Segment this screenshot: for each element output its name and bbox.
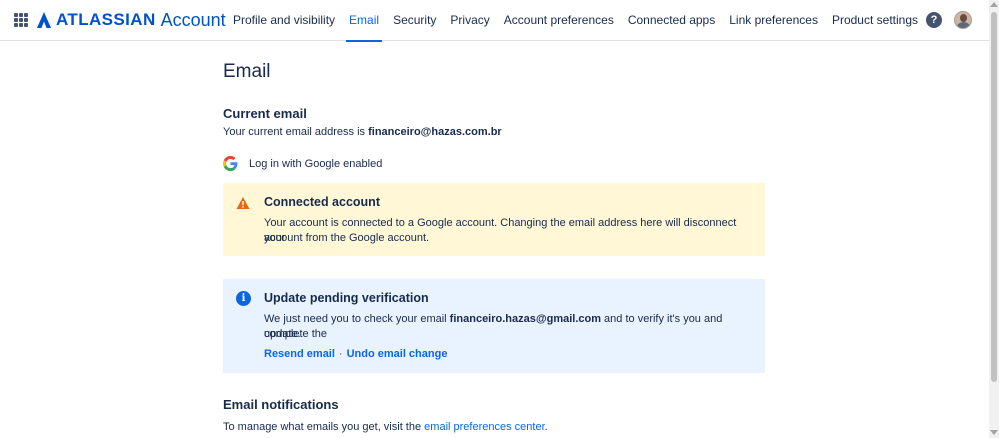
resend-email-link[interactable]: Resend email (264, 348, 335, 360)
tab-security[interactable]: Security (386, 0, 443, 41)
current-email-heading: Current email (223, 106, 307, 121)
pending-text-prefix: We just need you to check your email (264, 313, 450, 325)
undo-email-change-link[interactable]: Undo email change (347, 348, 448, 360)
brand-name: ATLASSIAN (56, 10, 156, 29)
scroll-up-arrow-icon[interactable] (990, 2, 998, 7)
notifications-text-prefix: To manage what emails you get, visit the (223, 421, 425, 433)
top-navigation: ATLASSIAN Account Profile and visibility… (0, 0, 989, 42)
avatar-body-shape (957, 22, 970, 28)
notifications-text-suffix: . (544, 421, 548, 433)
avatar-head-shape (960, 14, 967, 22)
pending-verification-title: Update pending verification (264, 291, 429, 305)
scroll-thumb[interactable] (991, 12, 997, 382)
info-circle-icon: i (236, 291, 251, 306)
google-login-label: Log in with Google enabled (249, 157, 383, 170)
tab-product-settings[interactable]: Product settings (825, 0, 925, 41)
account-tabs: Profile and visibility Email Security Pr… (226, 0, 925, 42)
connected-account-title: Connected account (264, 195, 380, 209)
email-preferences-center-link[interactable]: email preferences center (424, 421, 544, 433)
tab-link-preferences[interactable]: Link preferences (722, 0, 825, 41)
tab-account-preferences[interactable]: Account preferences (497, 0, 621, 41)
connected-account-line2: account from the Google account. (264, 232, 430, 244)
connected-account-banner: Connected account Your account is connec… (223, 183, 765, 256)
pending-verification-banner: i Update pending verification We just ne… (223, 279, 765, 373)
current-email-address: financeiro@hazas.com.br (368, 126, 502, 138)
tab-profile-and-visibility[interactable]: Profile and visibility (226, 0, 342, 41)
avatar[interactable] (954, 11, 972, 29)
tab-connected-apps[interactable]: Connected apps (621, 0, 722, 41)
tab-email[interactable]: Email (342, 0, 386, 42)
email-notifications-text: To manage what emails you get, visit the… (223, 421, 548, 433)
google-login-row: Log in with Google enabled (223, 156, 382, 171)
pending-actions: Resend email · Undo email change (264, 348, 447, 360)
page-title: Email (223, 61, 271, 82)
page-scrollbar[interactable] (989, 0, 999, 438)
product-name: Account (160, 9, 226, 30)
main-content: Email Current email Your current email a… (223, 60, 768, 433)
help-icon[interactable]: ? (926, 12, 942, 28)
current-email-prefix: Your current email address is (223, 126, 369, 138)
atlassian-account-logo[interactable]: ATLASSIAN Account (37, 9, 226, 31)
pending-verification-line2: update. (264, 328, 301, 340)
tab-privacy[interactable]: Privacy (443, 0, 496, 41)
email-notifications-heading: Email notifications (223, 397, 339, 412)
atlassian-logo-icon (37, 12, 51, 28)
grid-icon[interactable] (14, 13, 28, 27)
warning-triangle-icon (236, 197, 250, 209)
pending-email-address: financeiro.hazas@gmail.com (449, 313, 601, 325)
current-email-text: Your current email address is financeiro… (223, 126, 502, 138)
scroll-down-arrow-icon[interactable] (990, 430, 998, 435)
action-separator: · (338, 348, 343, 360)
google-g-icon (223, 156, 238, 171)
